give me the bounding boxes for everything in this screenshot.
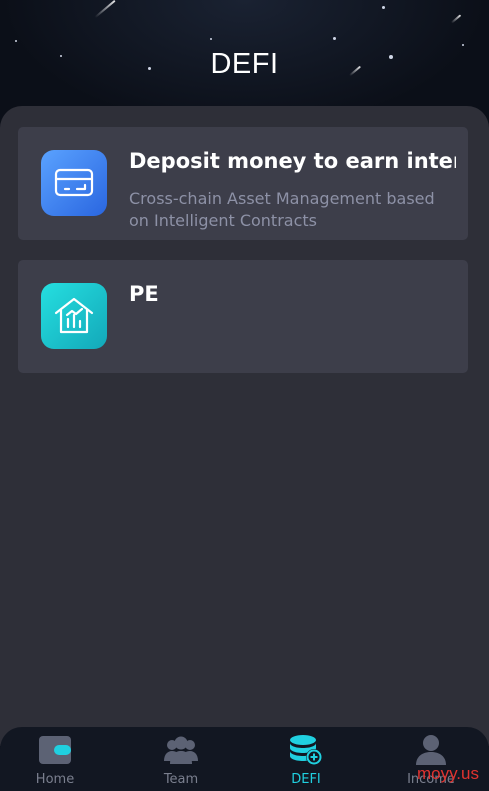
- star: [333, 37, 336, 40]
- star: [462, 44, 464, 46]
- wallet-icon: [37, 734, 73, 766]
- tab-label: DEFI: [291, 772, 321, 787]
- tab-label: Team: [163, 772, 199, 787]
- tab-team[interactable]: Team: [120, 727, 242, 791]
- star: [210, 38, 212, 40]
- shooting-star: [450, 14, 462, 24]
- card-wallet-icon: [41, 150, 107, 216]
- tab-label: Home: [35, 772, 75, 787]
- shooting-star: [94, 0, 116, 19]
- card-description: Cross-chain Asset Management based on In…: [129, 189, 435, 230]
- card-title: Deposit money to earn interes: [129, 149, 456, 173]
- star: [382, 6, 385, 9]
- team-icon: [163, 734, 199, 766]
- page-title: DEFI: [210, 48, 279, 80]
- watermark: moyy.us: [416, 764, 479, 783]
- tab-defi[interactable]: DEFI: [245, 727, 367, 791]
- coins-icon: [288, 734, 324, 766]
- tab-home[interactable]: Home: [0, 727, 116, 791]
- bottom-tab-bar: Home Team DEFI Income: [0, 727, 489, 791]
- card-title: PE: [129, 282, 159, 306]
- pe-card[interactable]: PE: [18, 260, 468, 373]
- star: [15, 40, 17, 42]
- deposit-card[interactable]: Deposit money to earn interes Cross-chai…: [18, 127, 468, 240]
- user-icon: [413, 734, 449, 766]
- house-chart-icon: [41, 283, 107, 349]
